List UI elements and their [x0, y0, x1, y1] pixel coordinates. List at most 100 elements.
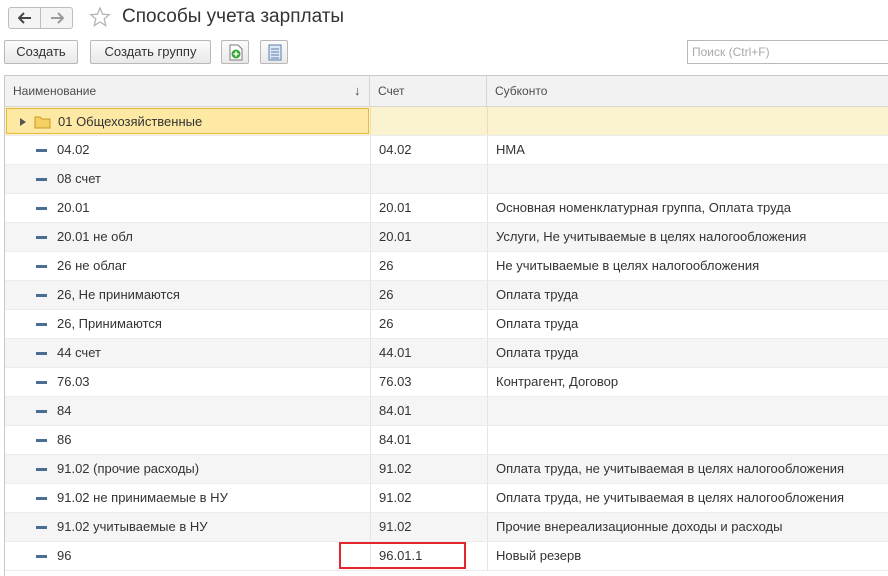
row-name-cell[interactable]: 26 не облаг	[5, 252, 370, 280]
row-subconto-cell[interactable]: Оплата труда, не учитываемая в целях нал…	[487, 455, 888, 483]
row-name-cell[interactable]: 91.02 учитываемые в НУ	[5, 513, 370, 541]
row-subconto-cell[interactable]: Контрагент, Договор	[487, 368, 888, 396]
item-marker-icon	[36, 555, 47, 558]
row-account-cell[interactable]: 44.01	[370, 339, 487, 367]
row-name-label: 91.02 не принимаемые в НУ	[57, 490, 228, 505]
row-account-cell[interactable]: 26	[370, 281, 487, 309]
back-button[interactable]	[8, 7, 41, 29]
item-marker-icon	[36, 410, 47, 413]
item-marker-icon	[36, 236, 47, 239]
row-name-cell[interactable]: 20.01	[5, 194, 370, 222]
row-name-cell[interactable]: 84	[5, 397, 370, 425]
row-name-label: 20.01 не обл	[57, 229, 133, 244]
row-name-cell[interactable]: 91.02 не принимаемые в НУ	[5, 484, 370, 512]
item-marker-icon	[36, 323, 47, 326]
data-table: Наименование ↓ Счет Субконто 01 Общехозя…	[4, 75, 888, 576]
row-name-label: 04.02	[57, 142, 90, 157]
create-group-button[interactable]: Создать группу	[90, 40, 211, 64]
item-marker-icon	[36, 468, 47, 471]
item-marker-icon	[36, 265, 47, 268]
table-row[interactable]: 26 не облаг 26 Не учитываемые в целях нало…	[5, 252, 888, 281]
item-marker-icon	[36, 207, 47, 210]
item-marker-icon	[36, 294, 47, 297]
table-row[interactable]: 84 84.01	[5, 397, 888, 426]
add-document-icon	[229, 44, 243, 61]
column-header-subconto[interactable]: Субконто	[487, 76, 888, 106]
column-header-account[interactable]: Счет	[370, 76, 487, 106]
row-account-cell[interactable]: 84.01	[370, 397, 487, 425]
row-subconto-cell[interactable]	[487, 397, 888, 425]
row-subconto-cell[interactable]: Оплата труда	[487, 281, 888, 309]
table-row[interactable]: 86 84.01	[5, 426, 888, 455]
table-row[interactable]: 44 счет 44.01 Оплата труда	[5, 339, 888, 368]
create-button[interactable]: Создать	[4, 40, 78, 64]
table-row[interactable]: 91.02 учитываемые в НУ 91.02 Прочие внереа…	[5, 513, 888, 542]
row-name-cell[interactable]: 26, Принимаются	[5, 310, 370, 338]
row-name-label: 20.01	[57, 200, 90, 215]
row-name-cell[interactable]: 20.01 не обл	[5, 223, 370, 251]
table-row[interactable]: 20.01 не обл 20.01 Услуги, Не учитываемые …	[5, 223, 888, 252]
group-account-cell	[370, 107, 487, 135]
row-name-label: 26, Не принимаются	[57, 287, 180, 302]
row-subconto-cell[interactable]: Оплата труда, не учитываемая в целях нал…	[487, 484, 888, 512]
row-subconto-cell[interactable]: Услуги, Не учитываемые в целях налогообл…	[487, 223, 888, 251]
item-marker-icon	[36, 149, 47, 152]
table-row[interactable]: 08 счет	[5, 165, 888, 194]
row-name-cell[interactable]: 26, Не принимаются	[5, 281, 370, 309]
table-group-row[interactable]: 01 Общехозяйственные	[5, 107, 888, 136]
highlight-annotation	[339, 542, 466, 569]
row-subconto-cell[interactable]: Оплата труда	[487, 339, 888, 367]
row-name-cell[interactable]: 08 счет	[5, 165, 370, 193]
row-account-cell[interactable]: 76.03	[370, 368, 487, 396]
table-row[interactable]: 26, Не принимаются 26 Оплата труда	[5, 281, 888, 310]
table-row[interactable]: 91.02 не принимаемые в НУ 91.02 Оплата тру…	[5, 484, 888, 513]
row-account-cell[interactable]: 26	[370, 252, 487, 280]
row-account-cell[interactable]: 91.02	[370, 455, 487, 483]
row-name-label: 44 счет	[57, 345, 101, 360]
row-name-label: 84	[57, 403, 72, 418]
row-name-cell[interactable]: 96	[5, 542, 370, 570]
group-name-cell[interactable]: 01 Общехозяйственные	[6, 108, 369, 134]
row-subconto-cell[interactable]: Прочие внереализационные доходы и расход…	[487, 513, 888, 541]
table-row[interactable]: 91.02 (прочие расходы) 91.02 Оплата труда,…	[5, 455, 888, 484]
column-header-name[interactable]: Наименование	[5, 76, 370, 106]
arrow-left-icon	[18, 12, 31, 24]
table-row[interactable]: 04.02 04.02 НМА	[5, 136, 888, 165]
row-name-label: 26 не облаг	[57, 258, 127, 273]
row-account-cell[interactable]: 20.01	[370, 223, 487, 251]
row-account-cell[interactable]: 26	[370, 310, 487, 338]
row-account-cell[interactable]: 20.01	[370, 194, 487, 222]
forward-button[interactable]	[40, 7, 73, 29]
row-name-cell[interactable]: 91.02 (прочие расходы)	[5, 455, 370, 483]
sort-down-icon[interactable]: ↓	[346, 76, 361, 106]
row-account-cell[interactable]	[370, 165, 487, 193]
row-name-cell[interactable]: 86	[5, 426, 370, 454]
item-marker-icon	[36, 178, 47, 181]
row-account-cell[interactable]: 04.02	[370, 136, 487, 164]
row-subconto-cell[interactable]	[487, 426, 888, 454]
row-name-cell[interactable]: 44 счет	[5, 339, 370, 367]
table-row[interactable]: 26, Принимаются 26 Оплата труда	[5, 310, 888, 339]
row-name-label: 91.02 учитываемые в НУ	[57, 519, 208, 534]
row-subconto-cell[interactable]: Оплата труда	[487, 310, 888, 338]
row-account-cell[interactable]: 91.02	[370, 484, 487, 512]
row-subconto-cell[interactable]: Основная номенклатурная группа, Оплата т…	[487, 194, 888, 222]
row-subconto-cell[interactable]: Новый резерв	[487, 542, 888, 570]
row-account-cell[interactable]: 84.01	[370, 426, 487, 454]
row-name-cell[interactable]: 76.03	[5, 368, 370, 396]
page-title: Способы учета зарплаты	[122, 6, 345, 27]
star-outline-icon[interactable]	[89, 6, 111, 28]
expand-arrow-icon[interactable]	[20, 118, 26, 126]
row-subconto-cell[interactable]: НМА	[487, 136, 888, 164]
add-document-button[interactable]	[221, 40, 249, 64]
row-name-cell[interactable]: 04.02	[5, 136, 370, 164]
row-subconto-cell[interactable]	[487, 165, 888, 193]
list-view-button[interactable]	[260, 40, 288, 64]
title-bar: Способы учета зарплаты	[0, 0, 888, 36]
row-subconto-cell[interactable]: Не учитываемые в целях налогообложения	[487, 252, 888, 280]
search-input[interactable]	[687, 40, 888, 64]
table-row[interactable]: 20.01 20.01 Основная номенклатурная группа…	[5, 194, 888, 223]
row-account-cell[interactable]: 91.02	[370, 513, 487, 541]
table-row[interactable]: 76.03 76.03 Контрагент, Договор	[5, 368, 888, 397]
row-name-label: 08 счет	[57, 171, 101, 186]
